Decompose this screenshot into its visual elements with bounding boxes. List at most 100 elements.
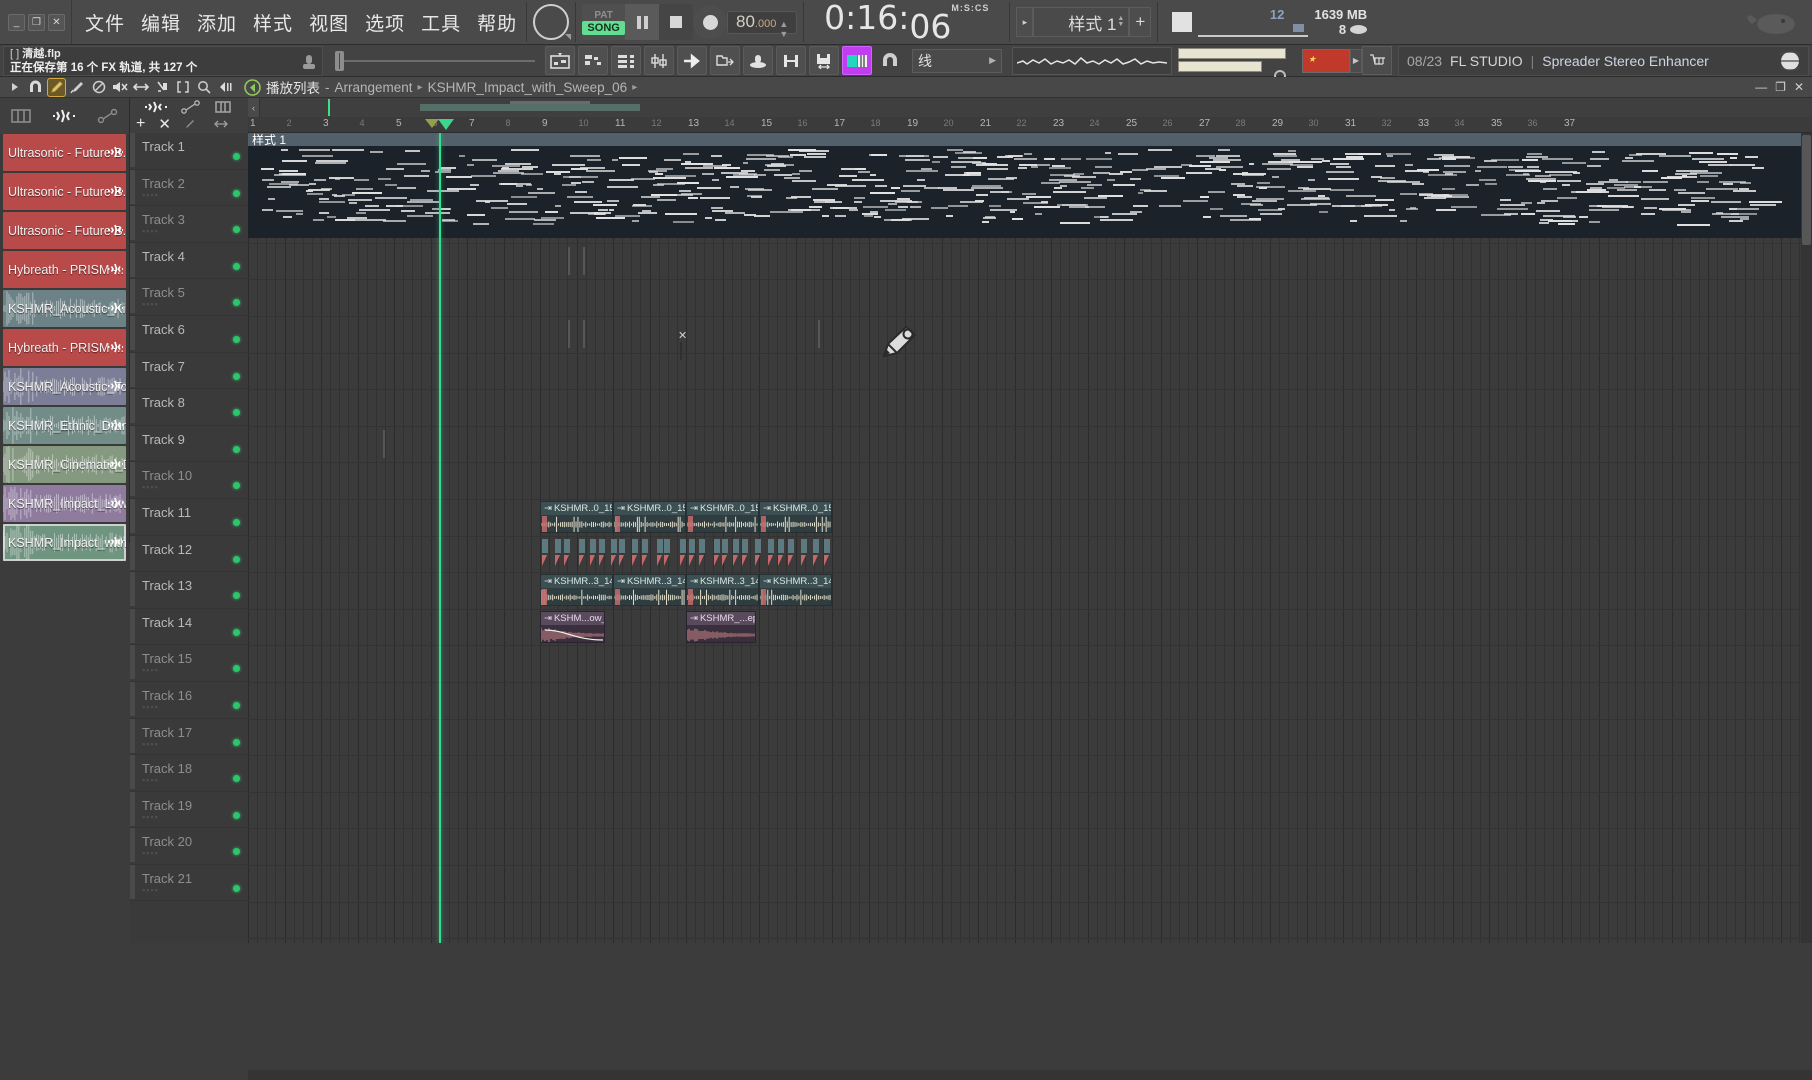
track-enable-led[interactable] <box>233 189 240 197</box>
track-enable-led[interactable] <box>233 335 240 343</box>
magnet-icon[interactable] <box>26 78 45 97</box>
audio-clip[interactable]: ⇥KSHMR..3_148 <box>759 574 832 607</box>
track-header-17[interactable]: Track 17 ▪▪▪▪ <box>130 718 248 756</box>
select-icon[interactable] <box>173 78 192 97</box>
track-enable-led[interactable] <box>233 299 240 307</box>
drum-hit-marker[interactable] <box>611 538 618 553</box>
hint-slider-handle[interactable] <box>335 50 344 71</box>
channel-strip-2[interactable]: Ultrasonic - Future B.. <box>3 173 126 210</box>
pattern-song-toggle[interactable]: PAT SONG <box>582 4 626 40</box>
channel-waveform-icon[interactable] <box>107 223 123 237</box>
track-header-19[interactable]: Track 19 ▪▪▪▪ <box>130 791 248 829</box>
track-header-13[interactable]: Track 13 <box>130 572 248 609</box>
audio-clip[interactable]: ⇥KSHMR..3_148 <box>540 574 613 607</box>
language-flag-icon[interactable]: ★ <box>1302 48 1350 73</box>
track-header-18[interactable]: Track 18 ▪▪▪▪ <box>130 755 248 792</box>
pencil-small-icon[interactable] <box>184 118 200 130</box>
pattern-name-field[interactable]: 样式 1 ▲ ▼ <box>1033 7 1130 37</box>
channel-strip-7[interactable]: KSHMR_Acoustic_To.. <box>3 368 126 405</box>
channel-strip-9[interactable]: KSHMR_Cinematic_D.. <box>3 446 126 483</box>
track-header-7[interactable]: Track 7 <box>130 352 248 390</box>
news-ticker[interactable]: 08/23 FL STUDIO | Spreader Stereo Enhanc… <box>1398 45 1809 76</box>
drum-hit-marker[interactable] <box>778 538 785 553</box>
track-enable-led[interactable] <box>233 592 240 600</box>
drum-hit-marker[interactable] <box>754 538 761 553</box>
globe-icon[interactable] <box>1780 50 1800 71</box>
channel-strip-4[interactable]: Hybreath - PRISM -.. <box>3 251 126 288</box>
track-header-2[interactable]: Track 2 ▪▪▪▪ <box>130 169 248 207</box>
pattern-editor-icon[interactable] <box>842 46 872 75</box>
drum-hit-marker[interactable] <box>824 538 831 553</box>
track-enable-led[interactable] <box>233 153 240 160</box>
drum-hit-marker[interactable] <box>664 538 671 553</box>
track-header-10[interactable]: Track 10 ▪▪▪▪ <box>130 462 248 499</box>
channel-waveform-icon[interactable] <box>107 184 123 198</box>
save-as-icon[interactable] <box>809 46 839 75</box>
playlist-minimap[interactable] <box>260 98 1812 117</box>
playlist-menu-icon[interactable] <box>5 78 24 97</box>
channel-waveform-icon[interactable] <box>107 340 123 354</box>
track-enable-led[interactable] <box>233 226 240 234</box>
delete-clips-icon[interactable]: ✕ <box>158 115 171 133</box>
channel-waveform-icon[interactable] <box>107 418 123 432</box>
shop-cart-icon[interactable] <box>1362 46 1392 75</box>
draw-pencil-icon[interactable] <box>47 77 66 97</box>
maximize-button[interactable]: ❐ <box>28 13 45 31</box>
track-header-3[interactable]: Track 3 ▪▪▪▪ <box>130 206 248 243</box>
audio-clip[interactable]: ⇥KSHMR..0_150 <box>759 501 832 533</box>
channel-waveform-icon[interactable] <box>107 301 123 315</box>
track-header-20[interactable]: Track 20 ▪▪▪▪ <box>130 828 248 865</box>
track-header-8[interactable]: Track 8 <box>130 389 248 426</box>
channel-waveform-icon[interactable] <box>107 535 123 549</box>
horizontal-scrollbar[interactable] <box>248 1070 1812 1080</box>
channel-waveform-icon[interactable] <box>107 379 123 393</box>
slip-icon[interactable] <box>131 78 150 97</box>
track-enable-led[interactable] <box>233 518 240 526</box>
loop-marker-start[interactable] <box>424 119 439 128</box>
track-header-1[interactable]: Track 1 <box>130 133 248 170</box>
channel-strip-1[interactable]: Ultrasonic - Future B.. <box>3 134 126 171</box>
hint-volume-icon[interactable] <box>302 53 316 71</box>
channel-strip-11[interactable]: KSHMR_Impact_with.. <box>3 524 126 561</box>
piano-roll-icon[interactable] <box>578 46 608 75</box>
playlist-minimize-button[interactable]: — <box>1755 80 1767 94</box>
language-dropdown-arrow-icon[interactable]: ▶ <box>1350 48 1362 73</box>
channel-waveform-icon[interactable] <box>107 145 123 159</box>
audio-clip[interactable]: ⇥KSHMR..0_150 <box>613 501 686 533</box>
impact-clip[interactable]: ⇥KSHMR_...ep_06 <box>686 610 756 643</box>
audio-clip[interactable]: ⇥KSHMR..0_150 <box>686 501 759 533</box>
zoom-icon[interactable] <box>194 78 213 97</box>
channel-waveform-icon[interactable] <box>107 262 123 276</box>
track-header-12[interactable]: Track 12 <box>130 535 248 573</box>
track-enable-led[interactable] <box>233 445 240 453</box>
playlist-restore-button[interactable]: ❐ <box>1775 80 1786 94</box>
drum-hit-marker[interactable] <box>787 538 794 553</box>
pattern-clip[interactable]: 样式 1 <box>248 133 1810 238</box>
track-enable-led[interactable] <box>233 409 240 417</box>
track-header-4[interactable]: Track 4 <box>130 242 248 280</box>
menu-add[interactable]: 添加 <box>194 7 240 38</box>
pattern-menu-arrow-icon[interactable]: ▸ <box>1016 7 1034 37</box>
track-header-21[interactable]: Track 21 ▪▪▪▪ <box>130 864 248 902</box>
channel-strip-10[interactable]: KSHMR_Impact_Low.. <box>3 485 126 522</box>
track-header-14[interactable]: Track 14 <box>130 608 248 646</box>
scroll-back-button[interactable]: ‹ <box>248 98 260 117</box>
record-button[interactable] <box>693 5 728 39</box>
hint-slider[interactable] <box>335 46 535 76</box>
menu-edit[interactable]: 编辑 <box>138 7 184 38</box>
drum-hit-marker[interactable] <box>722 538 729 553</box>
track-enable-led[interactable] <box>233 811 240 819</box>
add-track-icon[interactable]: + <box>136 115 145 133</box>
menu-file[interactable]: 文件 <box>82 7 128 38</box>
minimize-button[interactable]: _ <box>8 13 25 31</box>
vertical-scrollbar-thumb[interactable] <box>1802 135 1811 245</box>
automation-icon[interactable] <box>97 107 119 125</box>
menu-pattern[interactable]: 样式 <box>250 7 296 38</box>
track-enable-led[interactable] <box>233 701 240 709</box>
master-pitch-knob[interactable] <box>533 4 572 40</box>
audio-clip[interactable]: ⇥KSHMR..0_150 <box>540 501 613 533</box>
track-header-6[interactable]: Track 6 <box>130 315 248 353</box>
grid-icon[interactable] <box>214 100 232 114</box>
drum-hit-marker[interactable] <box>578 538 585 553</box>
audio-clip[interactable]: ⇥KSHMR..3_148 <box>613 574 686 607</box>
